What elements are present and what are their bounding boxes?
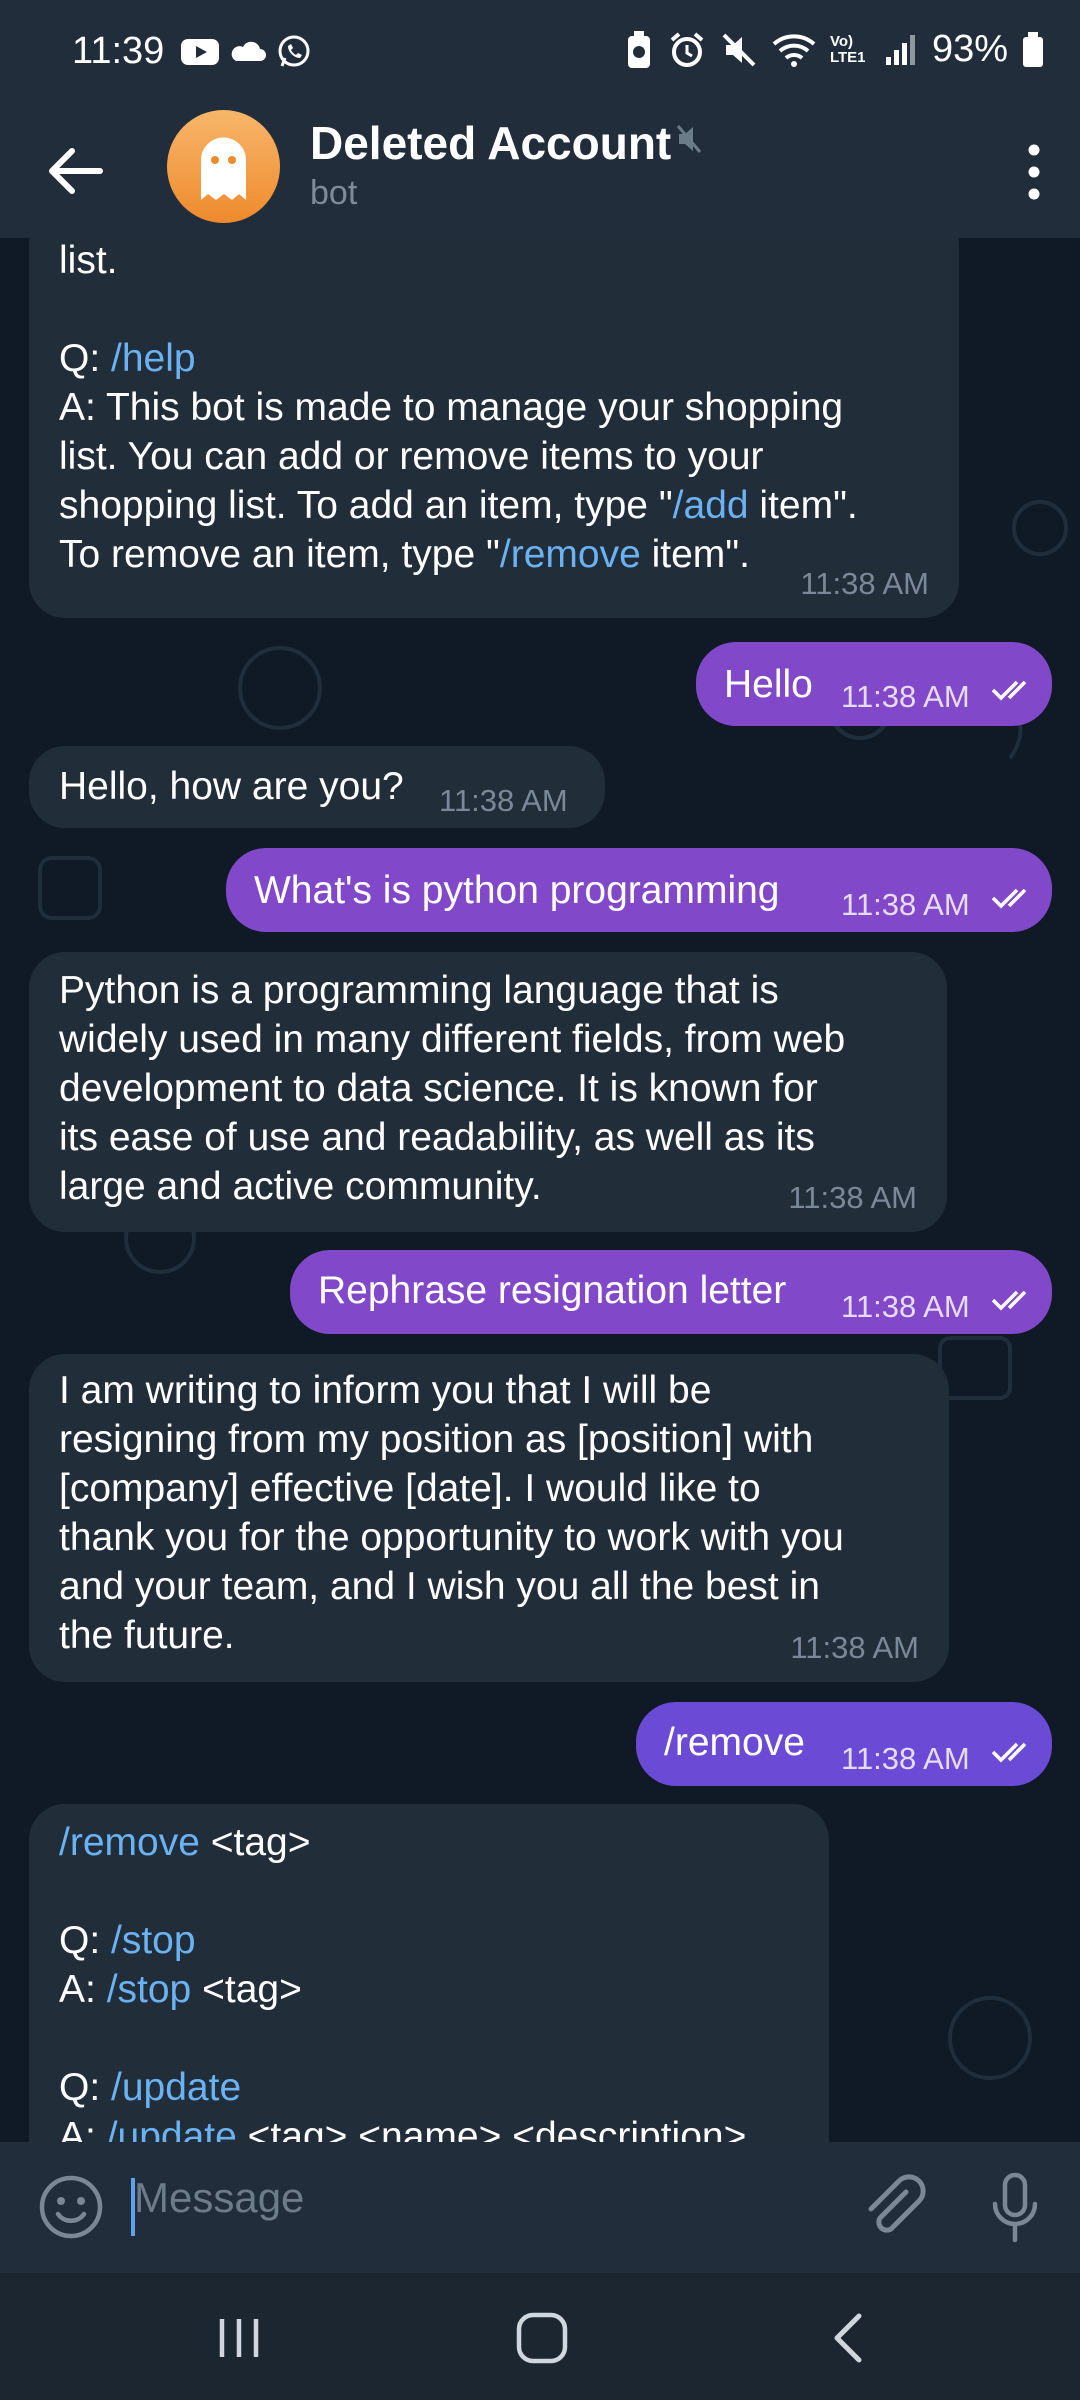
mute-icon — [722, 33, 756, 66]
more-menu-icon[interactable] — [1014, 140, 1054, 204]
muted-icon — [676, 125, 702, 153]
message-text: its ease of use and readability, as well… — [59, 1116, 815, 1159]
message-text: widely used in many different fields, fr… — [59, 1018, 846, 1061]
command-link[interactable]: /update — [107, 2115, 237, 2142]
message-text: To remove an item, type " — [59, 533, 500, 576]
message-text: Hello, how are you? — [59, 765, 404, 808]
message-bubble[interactable]: /remove <tag> Q: /stop A: /stop <tag> Q:… — [29, 1804, 829, 2142]
recent-apps-icon[interactable] — [214, 2313, 264, 2363]
message-text: and your team, and I wish you all the be… — [59, 1565, 820, 1608]
message-text: item". — [640, 533, 750, 576]
microphone-icon[interactable] — [990, 2172, 1040, 2244]
command-link[interactable]: /remove — [500, 533, 641, 576]
message-bubble[interactable]: Rephrase resignation letter 11:38 AM — [290, 1250, 1052, 1334]
status-time: 11:39 — [72, 30, 165, 72]
double-check-icon — [991, 1742, 1027, 1763]
message-text: I am writing to inform you that I will b… — [59, 1369, 712, 1412]
battery-percent: 93% — [931, 28, 1008, 70]
message-text: Rephrase resignation letter — [318, 1269, 787, 1312]
chat-subtitle: bot — [310, 174, 358, 212]
message-text: A: — [59, 2115, 107, 2142]
message-text: <tag> <name> <description> — [236, 2115, 747, 2142]
message-text: [company] effective [date]. I would like… — [59, 1467, 761, 1510]
message-time: 11:38 AM — [841, 679, 970, 714]
message-text: development to data science. It is known… — [59, 1067, 818, 1110]
message-bubble[interactable]: list. Q: /help A: This bot is made to ma… — [29, 238, 959, 618]
command-link[interactable]: /stop — [111, 1919, 196, 1962]
message-text: Q: — [59, 2066, 112, 2109]
message-time: 11:38 AM — [841, 1289, 970, 1324]
system-back-icon[interactable] — [825, 2311, 869, 2365]
system-nav-bar — [0, 2273, 1080, 2400]
wifi-icon — [772, 33, 816, 67]
battery-icon — [1023, 31, 1043, 67]
double-check-icon — [991, 888, 1027, 909]
battery-saver-icon — [627, 30, 650, 68]
message-bubble[interactable]: /remove 11:38 AM — [636, 1702, 1052, 1786]
signal-icon — [885, 34, 915, 65]
command-link[interactable]: /stop — [107, 1968, 192, 2011]
chat-title[interactable]: Deleted Account — [310, 116, 671, 170]
message-text: Q: — [59, 337, 101, 380]
double-check-icon — [991, 680, 1027, 701]
whatsapp-icon — [278, 35, 310, 67]
message-time: 11:38 AM — [841, 887, 970, 922]
youtube-icon — [181, 39, 219, 65]
message-time: 11:38 AM — [439, 783, 568, 818]
top-bar: 11:39 Vo) LTE1 93% Deleted Account bot — [0, 0, 1080, 238]
message-text: Python is a programming language that is — [59, 969, 779, 1012]
message-composer: Message — [0, 2142, 1080, 2273]
message-bubble[interactable]: Python is a programming language that is… — [29, 952, 947, 1232]
message-text: item". — [748, 484, 858, 527]
message-text: Q: — [59, 1919, 112, 1962]
message-text: shopping list. To add an item, type " — [59, 484, 673, 527]
avatar[interactable] — [167, 110, 280, 223]
message-text: <tag> — [191, 1968, 302, 2011]
status-bar: 11:39 Vo) LTE1 93% — [0, 0, 1080, 106]
paperclip-icon[interactable] — [860, 2174, 930, 2244]
message-list[interactable]: list. Q: /help A: This bot is made to ma… — [0, 238, 1080, 2142]
message-text: resigning from my position as [position]… — [59, 1418, 814, 1461]
message-input[interactable]: Message — [134, 2174, 304, 2222]
home-icon[interactable] — [515, 2311, 569, 2365]
message-time: 11:38 AM — [790, 1630, 919, 1665]
ghost-icon — [201, 137, 246, 200]
command-link[interactable]: /add — [673, 484, 749, 527]
message-text: A: — [59, 1968, 107, 2011]
network-type: Vo) LTE1 — [829, 32, 866, 66]
message-time: 11:38 AM — [788, 1180, 917, 1215]
command-link[interactable]: /remove — [59, 1821, 200, 1864]
emoji-icon[interactable] — [38, 2174, 104, 2240]
message-text: <tag> — [199, 1821, 311, 1864]
command-link[interactable]: /help — [111, 337, 196, 380]
chat-header: Deleted Account bot — [0, 106, 1080, 238]
message-bubble[interactable]: Hello 11:38 AM — [696, 642, 1052, 726]
message-text: What's is python programming — [254, 869, 780, 912]
message-bubble[interactable]: I am writing to inform you that I will b… — [29, 1354, 949, 1682]
back-arrow-icon[interactable] — [40, 136, 110, 206]
message-time: 11:38 AM — [800, 566, 929, 601]
cloud-icon — [231, 41, 266, 61]
message-text: /remove — [664, 1721, 805, 1764]
message-bubble[interactable]: Hello, how are you? 11:38 AM — [29, 746, 605, 828]
message-text: thank you for the opportunity to work wi… — [59, 1516, 844, 1559]
command-link[interactable]: /update — [111, 2066, 241, 2109]
message-time: 11:38 AM — [841, 1741, 970, 1776]
alarm-icon — [670, 31, 704, 67]
message-text: list. You can add or remove items to you… — [59, 435, 764, 478]
message-text: Hello — [724, 663, 813, 706]
message-text: A: This bot is made to manage your shopp… — [59, 386, 844, 429]
double-check-icon — [991, 1290, 1027, 1311]
message-bubble[interactable]: What's is python programming 11:38 AM — [226, 848, 1052, 932]
message-text: list. — [59, 239, 118, 282]
